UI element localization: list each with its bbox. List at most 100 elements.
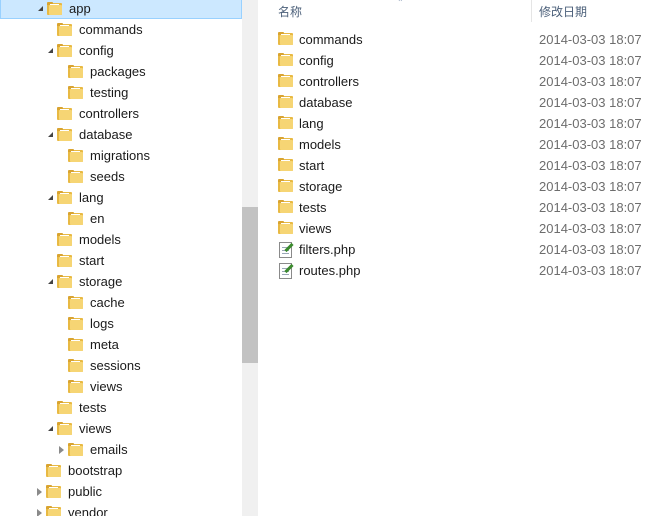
expanded-chevron-icon[interactable] [45,193,55,203]
file-row-start[interactable]: start 2014-03-03 18:07 [275,155,654,176]
file-modified-date: 2014-03-03 18:07 [539,137,642,152]
navigation-tree[interactable]: app commands config packages testing controll… [0,0,242,516]
folder-icon [68,442,84,457]
tree-scroll-thumb[interactable] [242,207,258,363]
tree-item-views[interactable]: views [45,418,112,439]
expanded-chevron-icon[interactable] [45,277,55,287]
collapsed-chevron-icon[interactable] [34,508,44,516]
folder-icon [57,232,73,247]
tree-scrollbar[interactable] [242,0,258,516]
tree-item-public[interactable]: public [34,481,102,502]
sort-caret-icon: ⌃ [397,0,404,7]
file-modified-date: 2014-03-03 18:07 [539,158,642,173]
file-row-storage[interactable]: storage 2014-03-03 18:07 [275,176,654,197]
tree-item-label: controllers [79,106,139,121]
tree-item-database[interactable]: database [45,124,133,145]
file-icon-wrap [278,116,294,133]
tree-item-sessions[interactable]: sessions [56,355,141,376]
folder-icon [278,221,294,235]
file-row-routes-php[interactable]: routes.php 2014-03-03 18:07 [275,260,654,281]
tree-item-emails[interactable]: emails [56,439,128,460]
tree-item-tests[interactable]: tests [45,397,106,418]
tree-item-label: config [79,43,114,58]
file-row-commands[interactable]: commands 2014-03-03 18:07 [275,29,654,50]
folder-icon [57,106,73,121]
tree-item-storage[interactable]: storage [45,271,122,292]
file-modified-date: 2014-03-03 18:07 [539,53,642,68]
tree-item-meta[interactable]: meta [56,334,119,355]
folder-icon [46,505,62,516]
file-modified-date: 2014-03-03 18:07 [539,74,642,89]
tree-item-app[interactable]: app [0,0,242,19]
tree-item-label: views [79,421,112,436]
tree-item-lang[interactable]: lang [45,187,104,208]
tree-item-vendor[interactable]: vendor [34,502,108,516]
folder-icon [57,274,73,289]
tree-item-views[interactable]: views [56,376,123,397]
file-row-models[interactable]: models 2014-03-03 18:07 [275,134,654,155]
tree-item-seeds[interactable]: seeds [56,166,125,187]
tree-item-models[interactable]: models [45,229,121,250]
file-row-lang[interactable]: lang 2014-03-03 18:07 [275,113,654,134]
column-separator[interactable] [531,0,532,22]
tree-item-commands[interactable]: commands [45,19,143,40]
file-row-config[interactable]: config 2014-03-03 18:07 [275,50,654,71]
tree-item-label: lang [79,190,104,205]
folder-icon [68,148,84,163]
folder-icon [68,85,84,100]
folder-icon [68,295,84,310]
column-header-name[interactable]: 名称 [278,0,302,22]
tree-item-label: bootstrap [68,463,123,478]
expanded-chevron-icon[interactable] [45,46,55,56]
file-row-filters-php[interactable]: filters.php 2014-03-03 18:07 [275,239,654,260]
tree-folder-icon-wrap [57,106,73,121]
collapsed-chevron-icon[interactable] [34,487,44,497]
file-name: filters.php [299,242,356,257]
collapsed-chevron-icon[interactable] [56,445,66,455]
tree-item-en[interactable]: en [56,208,104,229]
tree-item-controllers[interactable]: controllers [45,103,139,124]
tree-item-bootstrap[interactable]: bootstrap [34,460,122,481]
folder-icon [278,74,294,88]
tree-item-packages[interactable]: packages [56,61,146,82]
tree-item-label: testing [90,85,129,100]
tree-item-testing[interactable]: testing [56,82,128,103]
file-icon-wrap [278,53,294,70]
file-icon-wrap [278,158,294,175]
tree-item-cache[interactable]: cache [56,292,125,313]
folder-icon [68,358,84,373]
tree-item-label: meta [90,337,119,352]
file-name: commands [299,32,363,47]
folder-icon [68,316,84,331]
tree-item-logs[interactable]: logs [56,313,114,334]
tree-folder-icon-wrap [46,463,62,478]
expanded-chevron-icon[interactable] [35,4,45,14]
column-header-date[interactable]: 修改日期 [539,0,587,22]
tree-item-start[interactable]: start [45,250,104,271]
expanded-chevron-icon[interactable] [45,424,55,434]
file-icon-wrap [278,74,294,91]
tree-folder-icon-wrap [68,358,84,373]
file-row-views[interactable]: views 2014-03-03 18:07 [275,218,654,239]
file-row-tests[interactable]: tests 2014-03-03 18:07 [275,197,654,218]
tree-item-label: en [90,211,105,226]
tree-folder-icon-wrap [68,442,84,457]
file-name: models [299,137,341,152]
column-header-date-label: 修改日期 [539,4,588,19]
file-name: tests [299,200,327,215]
file-row-controllers[interactable]: controllers 2014-03-03 18:07 [275,71,654,92]
tree-item-label: packages [90,64,146,79]
folder-icon [57,253,73,268]
tree-folder-icon-wrap [46,505,62,516]
file-row-database[interactable]: database 2014-03-03 18:07 [275,92,654,113]
tree-folder-icon-wrap [68,148,84,163]
file-icon-wrap [278,200,294,217]
tree-item-migrations[interactable]: migrations [56,145,150,166]
expanded-chevron-icon[interactable] [45,130,55,140]
tree-folder-icon-wrap [68,85,84,100]
tree-item-config[interactable]: config [45,40,114,61]
